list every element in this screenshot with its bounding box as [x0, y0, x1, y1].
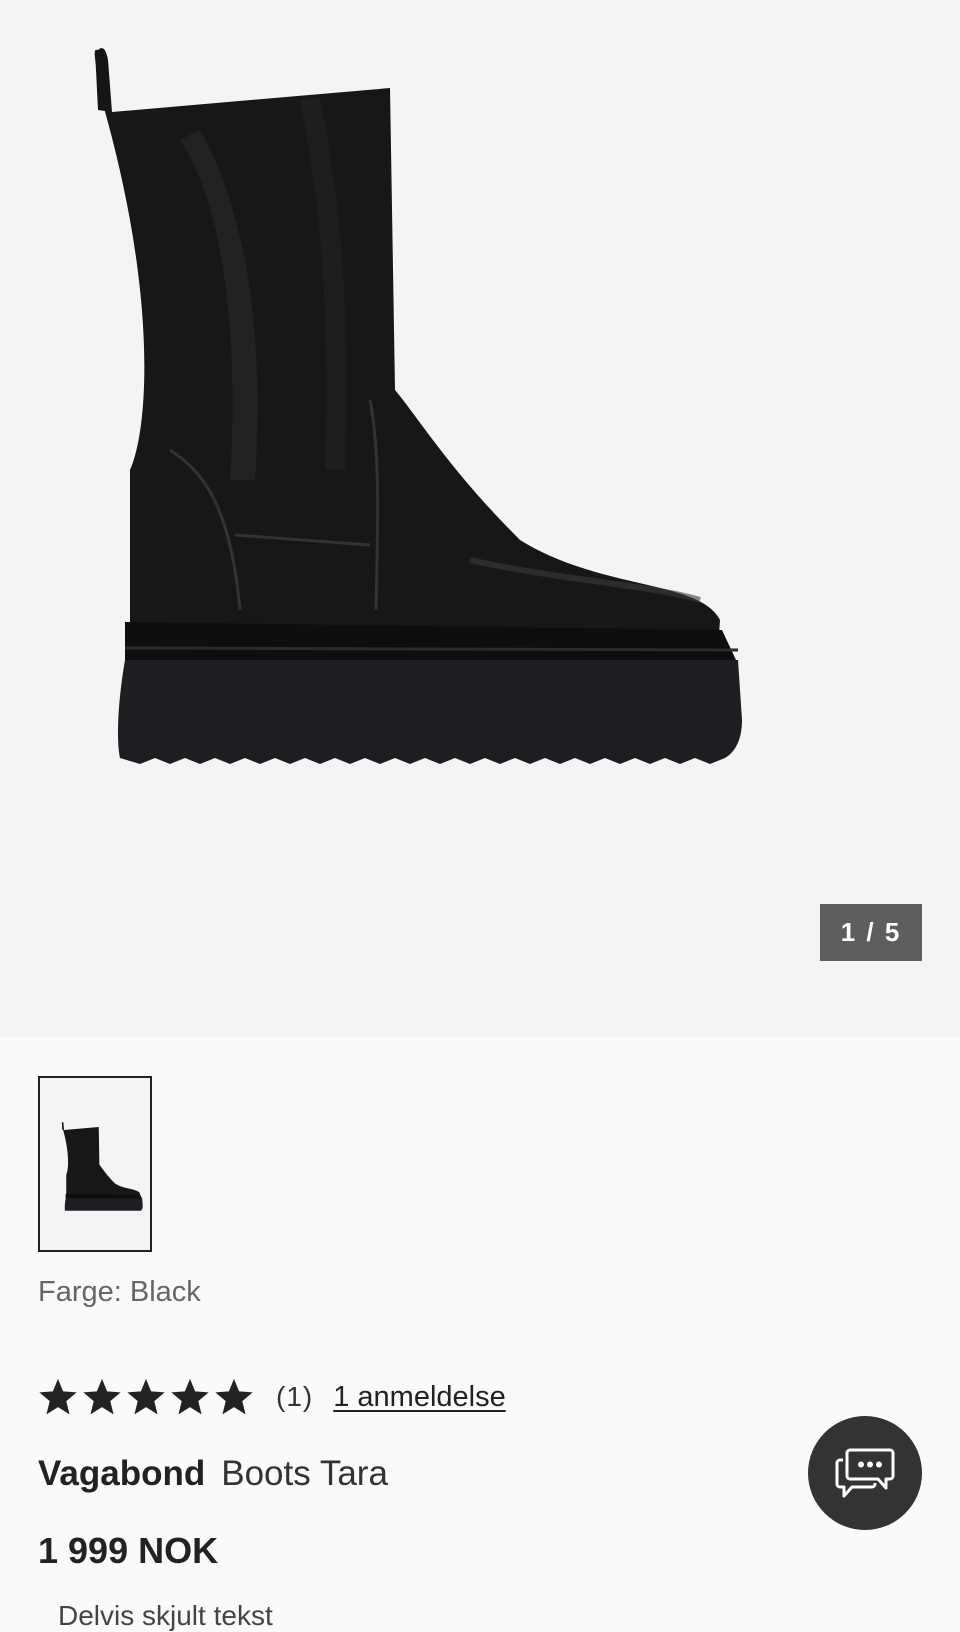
star-icon: [83, 1378, 121, 1415]
rating-row: (1) 1 anmeldelse: [38, 1374, 506, 1420]
product-thumbnail[interactable]: [38, 1076, 152, 1252]
product-image: [94, 48, 743, 764]
thumbnail-image: [61, 1122, 143, 1211]
reviews-link[interactable]: 1 anmeldelse: [333, 1381, 506, 1414]
chat-bubbles-icon: [835, 1448, 895, 1498]
product-name: Boots Tara: [221, 1454, 388, 1493]
product-title: Vagabond Boots Tara: [38, 1454, 388, 1494]
partial-text: Delvis skjult tekst: [58, 1600, 273, 1631]
color-label: Farge: Black: [38, 1276, 201, 1308]
product-price: 1 999 NOK: [38, 1530, 219, 1571]
rating-count: (1): [276, 1381, 314, 1412]
brand-name: Vagabond: [38, 1454, 206, 1493]
star-icon: [171, 1378, 209, 1415]
star-icon: [39, 1378, 77, 1415]
product-image-gallery[interactable]: 1 / 5: [0, 0, 960, 1037]
star-icon: [127, 1378, 165, 1415]
chat-button[interactable]: [808, 1416, 922, 1530]
rating-stars: [38, 1378, 254, 1416]
star-icon: [215, 1378, 253, 1415]
image-counter: 1 / 5: [820, 904, 922, 961]
